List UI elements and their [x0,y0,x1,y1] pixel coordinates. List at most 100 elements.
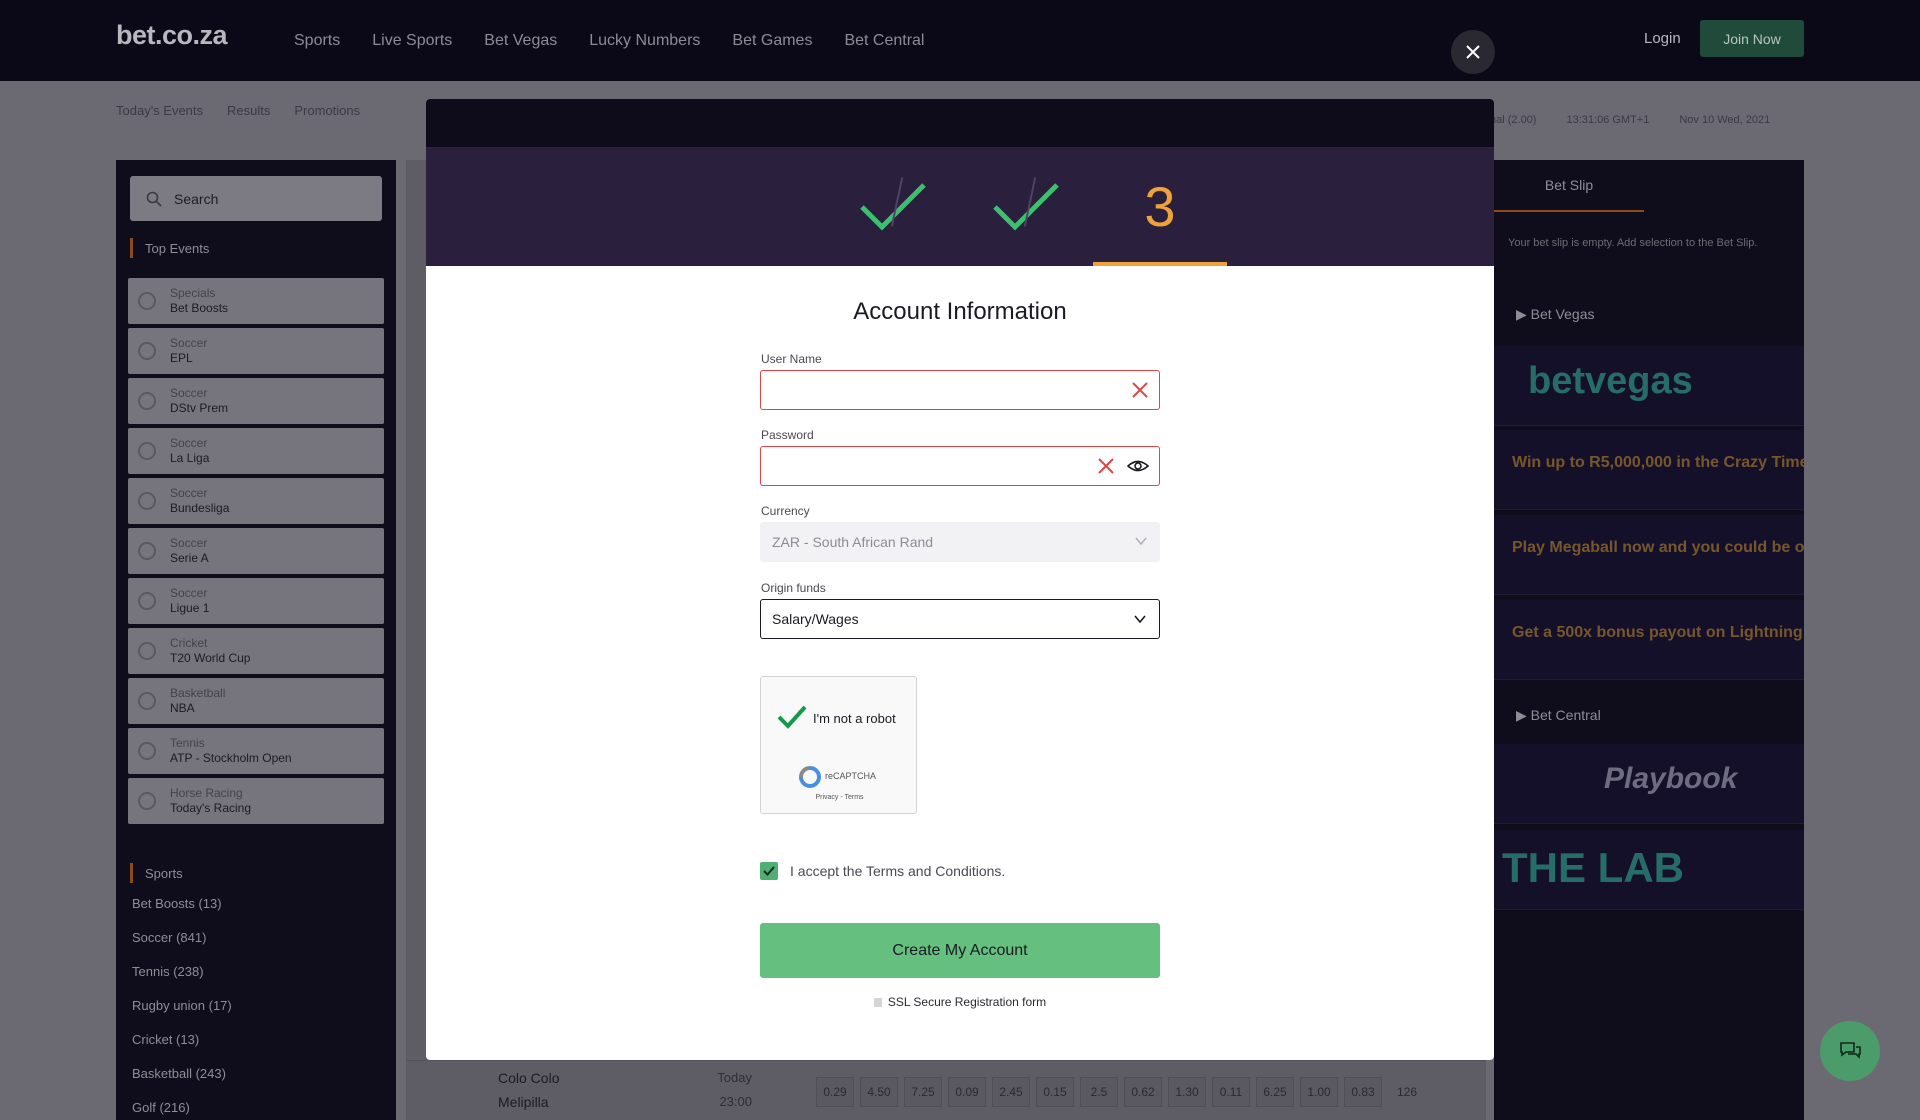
promo-megaball[interactable]: Play Megaball now and you could be our n… [1494,515,1804,595]
top-event-item[interactable]: Tennis ATP - Stockholm Open [128,728,384,774]
top-event-item[interactable]: Soccer Serie A [128,528,384,574]
clear-error-icon[interactable] [1097,457,1115,475]
odds-button[interactable]: 2.5 [1080,1077,1118,1107]
sport-list-item[interactable]: Cricket (13) [132,1032,232,1066]
captcha-privacy-terms[interactable]: Privacy - Terms [761,794,918,801]
odds-button[interactable]: 2.45 [992,1077,1030,1107]
password-label: Password [761,428,814,442]
nav-bet-games[interactable]: Bet Games [732,32,812,50]
sport-list-item[interactable]: Rugby union (17) [132,998,232,1032]
sport-icon [138,542,156,560]
odds-button[interactable]: 1.30 [1168,1077,1206,1107]
nav-live-sports[interactable]: Live Sports [372,32,452,50]
nav-bet-central[interactable]: Bet Central [844,32,924,50]
top-event-item[interactable]: Soccer DStv Prem [128,378,384,424]
heading-accent-bar [130,238,133,258]
site-logo[interactable]: bet.co.za [116,20,228,51]
terms-checkbox[interactable] [760,862,778,880]
top-event-item[interactable]: Horse Racing Today's Racing [128,778,384,824]
top-event-item[interactable]: Specials Bet Boosts [128,278,384,324]
sport-icon [138,292,156,310]
odds-button[interactable]: 6.25 [1256,1077,1294,1107]
odds-button[interactable]: 1.00 [1300,1077,1338,1107]
join-now-button[interactable]: Join Now [1700,20,1804,57]
top-event-sport: Soccer [170,586,208,600]
captcha-brand: reCAPTCHA [825,771,877,781]
subnav-promotions[interactable]: Promotions [294,103,360,118]
top-event-text: Basketball NBA [170,686,225,716]
clear-error-icon[interactable] [1131,381,1149,399]
close-modal-button[interactable] [1451,30,1495,74]
step-3-active: 3 [1093,147,1227,266]
top-event-competition: ATP - Stockholm Open [170,751,292,765]
event-row[interactable]: Colo Colo Melipilla Today 23:00 0.29 4.50… [406,1060,1486,1120]
nav-bet-vegas[interactable]: Bet Vegas [484,32,557,50]
tab-bet-slip[interactable]: Bet Slip [1494,160,1644,212]
username-label: User Name [761,352,822,366]
terms-label[interactable]: I accept the Terms and Conditions. [790,863,1005,879]
terms-row: I accept the Terms and Conditions. [760,862,1005,880]
promo-text: Playbook [1604,762,1738,795]
top-event-item[interactable]: Basketball NBA [128,678,384,724]
timezone-select[interactable]: 13:31:06 GMT+1 [1566,114,1649,126]
sport-list-item[interactable]: Bet Boosts (13) [132,896,232,930]
promo-the-lab[interactable]: THE LAB [1494,830,1804,910]
top-event-item[interactable]: Soccer Ligue 1 [128,578,384,624]
odds-button[interactable]: 0.15 [1036,1077,1074,1107]
username-field[interactable] [760,370,1160,410]
top-event-sport: Soccer [170,486,208,500]
odds-button[interactable]: 0.83 [1344,1077,1382,1107]
subnav-todays-events[interactable]: Today's Events [116,103,203,118]
odds-button[interactable]: 0.11 [1212,1077,1250,1107]
top-events-list: Specials Bet Boosts Soccer EPL Soccer DStv Pr… [128,278,384,828]
away-team: Melipilla [498,1094,549,1110]
top-event-competition: Ligue 1 [170,601,210,615]
lock-icon [873,997,882,1007]
event-day: Today [717,1070,752,1085]
promo-playbook[interactable]: Playbook [1494,744,1804,824]
top-event-text: Soccer La Liga [170,436,209,466]
odds-list: 0.29 4.50 7.25 0.09 2.45 0.15 2.5 0.62 1.30 0.11 6… [816,1077,1426,1107]
bet-vegas-section-title[interactable]: ▶ Bet Vegas [1516,306,1594,323]
top-event-competition: Bundesliga [170,501,230,515]
top-event-sport: Soccer [170,436,208,450]
odds-button[interactable]: 0.29 [816,1077,854,1107]
live-chat-button[interactable] [1820,1021,1880,1081]
search-input[interactable]: Search [130,176,382,221]
password-field[interactable] [760,446,1160,486]
sport-icon [138,642,156,660]
recaptcha-widget[interactable]: I'm not a robot reCAPTCHA Privacy - Term… [760,676,917,814]
top-event-item[interactable]: Soccer Bundesliga [128,478,384,524]
captcha-checkmark-icon [777,705,807,729]
more-markets-link[interactable]: 126 [1388,1077,1426,1107]
odds-button[interactable]: 4.50 [860,1077,898,1107]
sport-list-item[interactable]: Basketball (243) [132,1066,232,1100]
sport-list-item[interactable]: Golf (216) [132,1100,232,1120]
search-placeholder: Search [174,190,219,207]
create-account-button[interactable]: Create My Account [760,923,1160,978]
promo-betvegas[interactable]: betvegas [1494,346,1804,426]
subnav-right: nal (2.00) 13:31:06 GMT+1 Nov 10 Wed, 20… [1490,114,1770,126]
bet-central-section-title[interactable]: ▶ Bet Central [1516,707,1601,724]
odds-button[interactable]: 0.09 [948,1077,986,1107]
top-event-text: Soccer Bundesliga [170,486,229,516]
odds-format-select[interactable]: nal (2.00) [1490,114,1536,126]
odds-button[interactable]: 0.62 [1124,1077,1162,1107]
sport-icon [138,442,156,460]
login-link[interactable]: Login [1644,30,1681,47]
top-event-item[interactable]: Cricket T20 World Cup [128,628,384,674]
sport-list-item[interactable]: Tennis (238) [132,964,232,998]
promo-lightning-roulette[interactable]: Get a 500x bonus payout on Lightning Rou… [1494,600,1804,680]
top-event-sport: Soccer [170,536,208,550]
sport-list-item[interactable]: Soccer (841) [132,930,232,964]
subnav-results[interactable]: Results [227,103,270,118]
origin-funds-select[interactable]: Salary/Wages [760,599,1160,639]
odds-button[interactable]: 7.25 [904,1077,942,1107]
nav-lucky-numbers[interactable]: Lucky Numbers [589,32,700,50]
top-event-item[interactable]: Soccer La Liga [128,428,384,474]
top-event-item[interactable]: Soccer EPL [128,328,384,374]
show-password-eye-icon[interactable] [1127,457,1149,475]
promo-crazy-time[interactable]: Win up to R5,000,000 in the Crazy Time s… [1494,430,1804,510]
nav-sports[interactable]: Sports [294,32,340,50]
sport-icon [138,742,156,760]
